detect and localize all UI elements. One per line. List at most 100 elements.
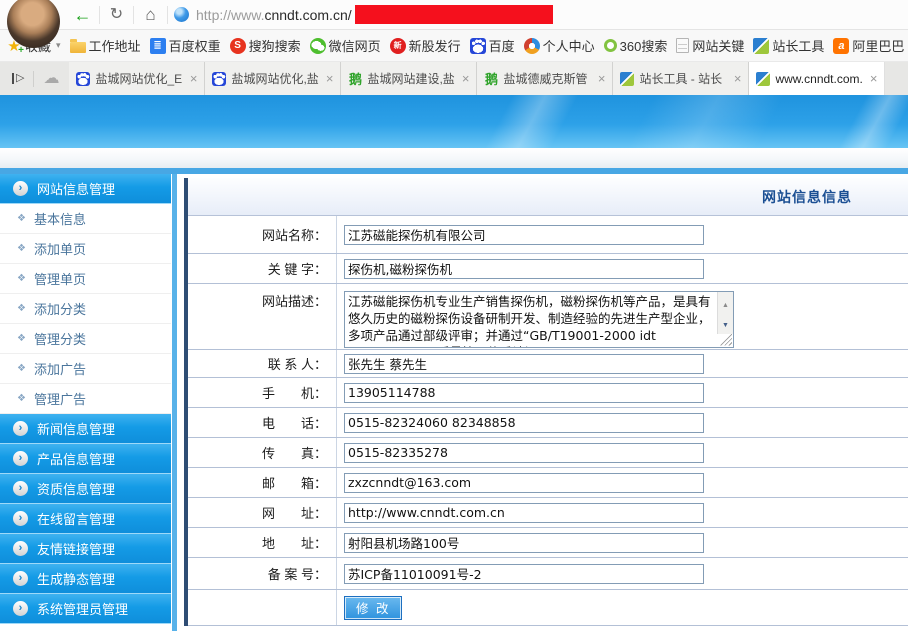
- telephone-input[interactable]: [344, 413, 704, 433]
- sidebar-item-friend-links-mgmt[interactable]: › 友情链接管理: [0, 534, 171, 564]
- back-button[interactable]: ←: [66, 1, 99, 29]
- field-label: 备 案 号：: [188, 558, 337, 589]
- contact-person-input[interactable]: [344, 354, 704, 374]
- site-name-input[interactable]: [344, 225, 704, 245]
- form-row-address: 地 址：: [188, 528, 908, 558]
- circle-arrow-icon: ›: [13, 541, 28, 556]
- textarea-text: 江苏磁能探伤机专业生产销售探伤机，磁粉探伤机等产品，是具有悠久历史的磁粉探伤设备…: [345, 292, 716, 347]
- sidebar-item-static-gen-mgmt[interactable]: › 生成静态管理: [0, 564, 171, 594]
- redaction-bar: [355, 5, 553, 24]
- close-icon[interactable]: ×: [190, 72, 198, 85]
- home-icon: ⌂: [145, 6, 155, 23]
- field-label: 电 话：: [188, 408, 337, 437]
- sidebar-item-system-admin-mgmt[interactable]: › 系统管理员管理: [0, 594, 171, 624]
- bookmark-sogou[interactable]: S 搜狗搜索: [230, 36, 301, 55]
- sidebar-item-add-page[interactable]: ❖ 添加单页: [0, 234, 171, 264]
- sidebar-item-news-info-mgmt[interactable]: › 新闻信息管理: [0, 414, 171, 444]
- scroll-up-icon[interactable]: [722, 294, 729, 312]
- bookmark-user-center[interactable]: 个人中心: [524, 36, 595, 55]
- bookmark-webpage[interactable]: 网站关键: [676, 36, 744, 55]
- website-url-input[interactable]: [344, 503, 704, 523]
- sidebar-item-label: 管理分类: [34, 329, 86, 348]
- tab-3[interactable]: 鹅 盐城网站建设,盐 ×: [341, 62, 477, 95]
- field-label: 邮 箱：: [188, 468, 337, 497]
- bookmark-360-search[interactable]: 360搜索: [604, 36, 668, 55]
- home-button[interactable]: ⌂: [134, 1, 167, 29]
- form-row-site-description: 网站描述： 江苏磁能探伤机专业生产销售探伤机，磁粉探伤机等产品，是具有悠久历史的…: [188, 284, 908, 350]
- modify-button[interactable]: 修 改: [344, 596, 402, 620]
- scroll-down-icon[interactable]: [722, 314, 729, 332]
- mobile-input[interactable]: [344, 383, 704, 403]
- fax-input[interactable]: [344, 443, 704, 463]
- tab-4[interactable]: 鹅 盐城德威克斯管 ×: [477, 62, 613, 95]
- sidebar-item-add-ad[interactable]: ❖ 添加广告: [0, 354, 171, 384]
- bookmark-label: 站长工具: [772, 36, 824, 55]
- bookmark-chinaz[interactable]: 站长工具: [753, 36, 824, 55]
- sidebar-item-label: 添加广告: [34, 359, 86, 378]
- sidebar-item-qualification-info-mgmt[interactable]: › 资质信息管理: [0, 474, 171, 504]
- diamond-icon: ❖: [17, 334, 26, 344]
- bookmark-new-stock[interactable]: 新 新股发行: [390, 36, 461, 55]
- keywords-input[interactable]: [344, 259, 704, 279]
- circle-arrow-icon: ›: [13, 421, 28, 436]
- bookmark-baidu-rank[interactable]: ≣ 百度权重: [150, 36, 221, 55]
- sidebar-item-site-info-mgmt[interactable]: › 网站信息管理: [0, 174, 171, 204]
- bookmark-alibaba[interactable]: a 阿里巴巴: [833, 36, 904, 55]
- page-content: › 网站信息管理 ❖ 基本信息 ❖ 添加单页 ❖ 管理单页 ❖ 添加分类 ❖ 管…: [0, 174, 908, 631]
- close-icon[interactable]: ×: [870, 72, 878, 85]
- address-input[interactable]: [344, 533, 704, 553]
- close-icon[interactable]: ×: [734, 72, 742, 85]
- bookmark-label: 微信网页: [329, 36, 381, 55]
- cloud-sync-icon[interactable]: ☁: [43, 71, 59, 87]
- tab-label: 盐城网站优化_E: [95, 70, 184, 87]
- bookmark-baidu[interactable]: 百度: [470, 36, 515, 55]
- close-icon[interactable]: ×: [598, 72, 606, 85]
- browser-toolbar: ← ↻ ⌂ http://www.cnndt.com.cn/: [0, 0, 908, 30]
- tab-label: 盐城德威克斯管: [503, 70, 592, 87]
- address-bar[interactable]: http://www.cnndt.com.cn/: [174, 0, 908, 30]
- tab-label: 站长工具 - 站长: [639, 70, 728, 87]
- divider: [33, 71, 34, 87]
- textarea-scrollbar[interactable]: [717, 292, 733, 334]
- tab-5[interactable]: 站长工具 - 站长 ×: [613, 62, 749, 95]
- field-cell: [337, 558, 908, 589]
- tab-6[interactable]: www.cnndt.com. ×: [749, 62, 885, 95]
- site-description-textarea[interactable]: 江苏磁能探伤机专业生产销售探伤机，磁粉探伤机等产品，是具有悠久历史的磁粉探伤设备…: [344, 291, 734, 348]
- bookmark-label: 阿里巴巴: [852, 36, 904, 55]
- sidebar-item-label: 管理单页: [34, 269, 86, 288]
- field-label: 联 系 人：: [188, 350, 337, 377]
- diamond-icon: ❖: [17, 304, 26, 314]
- field-cell: [337, 408, 908, 437]
- tab-1[interactable]: 盐城网站优化_E ×: [69, 62, 205, 95]
- sidebar-section-label: 网站信息管理: [37, 179, 115, 198]
- back-icon: ←: [74, 6, 92, 24]
- form-row-site-name: 网站名称：: [188, 216, 908, 254]
- bookmark-folder[interactable]: 工作地址: [70, 36, 141, 55]
- new-stock-icon: 新: [390, 38, 406, 54]
- close-icon[interactable]: ×: [462, 72, 470, 85]
- icp-number-input[interactable]: [344, 564, 704, 584]
- reload-button[interactable]: ↻: [100, 1, 133, 29]
- resize-grip-icon[interactable]: [720, 334, 732, 346]
- chevron-down-icon[interactable]: ▾: [56, 40, 61, 51]
- field-cell: [337, 528, 908, 557]
- sidebar-item-add-category[interactable]: ❖ 添加分类: [0, 294, 171, 324]
- bookmark-label: 360搜索: [620, 36, 668, 55]
- sidebar-item-manage-ad[interactable]: ❖ 管理广告: [0, 384, 171, 414]
- bookmark-label: 工作地址: [89, 36, 141, 55]
- baidu-icon: [76, 72, 90, 86]
- sidebar-item-manage-page[interactable]: ❖ 管理单页: [0, 264, 171, 294]
- bookmark-wechat[interactable]: 微信网页: [310, 36, 381, 55]
- close-icon[interactable]: ×: [326, 72, 334, 85]
- folder-icon: [70, 42, 86, 53]
- tab-2[interactable]: 盐城网站优化,盐 ×: [205, 62, 341, 95]
- collapse-tabs-icon[interactable]: ▷: [12, 73, 24, 84]
- sidebar-item-basic-info[interactable]: ❖ 基本信息: [0, 204, 171, 234]
- email-input[interactable]: [344, 473, 704, 493]
- sidebar-item-manage-category[interactable]: ❖ 管理分类: [0, 324, 171, 354]
- sidebar-item-product-info-mgmt[interactable]: › 产品信息管理: [0, 444, 171, 474]
- chinaz-icon: [756, 72, 770, 86]
- sidebar-item-online-message-mgmt[interactable]: › 在线留言管理: [0, 504, 171, 534]
- form-row-email: 邮 箱：: [188, 468, 908, 498]
- field-label: [188, 590, 337, 625]
